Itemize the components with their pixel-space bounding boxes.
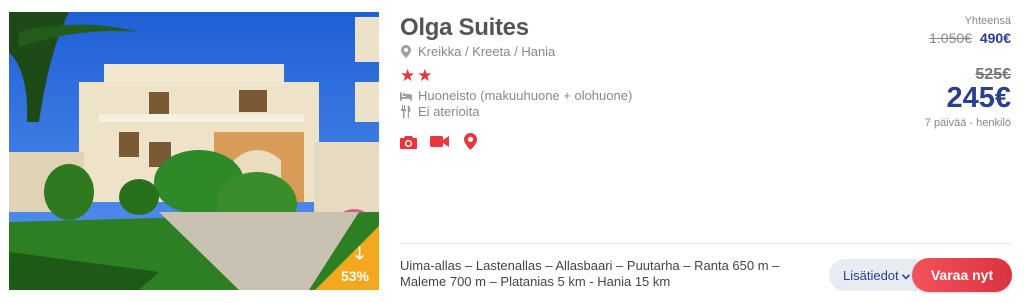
hotel-location-text: Kreikka / Kreeta / Hania — [418, 44, 556, 59]
media-links — [399, 133, 480, 150]
board-type: Ei aterioita — [400, 104, 479, 119]
per-person-note: 7 päivää - henkilö — [924, 117, 1011, 129]
divider — [400, 243, 1011, 244]
video-camera-icon[interactable] — [430, 133, 449, 150]
hotel-card: 🡓 53% Olga Suites Kreikka / Kreeta / Han… — [0, 0, 1024, 303]
total-label: Yhteensä — [964, 15, 1011, 27]
map-marker-icon — [400, 45, 412, 58]
map-pin-icon[interactable] — [461, 133, 480, 150]
hotel-name[interactable]: Olga Suites — [400, 14, 529, 42]
board-type-text: Ei aterioita — [418, 104, 480, 119]
arrow-down-icon: 🡓 — [355, 244, 364, 263]
room-type: Huoneisto (makuuhuone + olohuone) — [400, 88, 632, 103]
star-icon: ★ — [400, 66, 416, 85]
utensils-icon — [400, 105, 412, 118]
discount-percent: 53% — [340, 268, 369, 284]
chevron-down-icon — [901, 268, 910, 283]
total-price: 1.050€ 490€ — [929, 30, 1011, 46]
hotel-photo[interactable]: 🡓 53% — [9, 12, 379, 290]
per-person-new-price: 245€ — [946, 82, 1011, 114]
more-info-label: Lisätiedot — [843, 267, 899, 283]
total-old-price: 1.050€ — [929, 30, 972, 46]
camera-icon[interactable] — [399, 133, 418, 150]
room-type-text: Huoneisto (makuuhuone + olohuone) — [418, 88, 633, 103]
book-now-button[interactable]: Varaa nyt — [912, 258, 1012, 292]
more-info-button[interactable]: Lisätiedot — [829, 259, 918, 291]
hotel-features: Uima-allas – Lastenallas – Allasbaari – … — [400, 258, 780, 289]
hotel-stars: ★ ★ — [400, 66, 433, 86]
hotel-location: Kreikka / Kreeta / Hania — [400, 44, 555, 59]
total-new-price: 490€ — [979, 30, 1011, 46]
star-icon: ★ — [417, 66, 433, 85]
discount-badge: 🡓 53% — [315, 226, 379, 290]
bed-icon — [400, 91, 412, 101]
